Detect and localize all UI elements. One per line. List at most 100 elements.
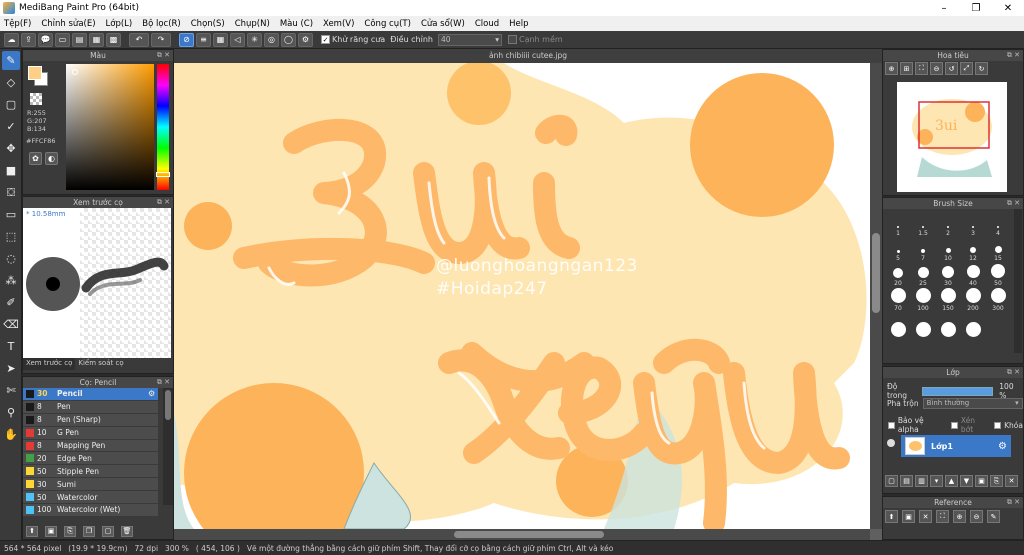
panel-float-icon[interactable]: ⧉ ✕ — [1007, 50, 1020, 61]
brush-folder-icon[interactable]: ▣ — [45, 525, 57, 537]
brush-item[interactable]: 50 Watercolor — [23, 491, 158, 505]
snap-parallel-icon[interactable]: ≡ — [196, 32, 211, 47]
delete-brush-icon[interactable]: 🗑 — [121, 525, 133, 537]
brush-size-option[interactable]: 2 — [936, 213, 960, 237]
snap-off-icon[interactable]: ⊘ — [179, 32, 194, 47]
brush-size-option[interactable]: 25 — [911, 263, 935, 287]
rotate-left-icon[interactable]: ↺ — [945, 62, 958, 75]
panel-float-icon[interactable]: ⧉ ✕ — [1007, 367, 1020, 378]
fit-window-icon[interactable]: ⤢ — [960, 62, 973, 75]
brush-item[interactable]: 30 Sumi — [23, 478, 158, 492]
brush-size-option[interactable] — [911, 313, 935, 337]
snap-circle-icon[interactable]: ◎ — [264, 32, 279, 47]
menu-capture[interactable]: Chụp(N) — [235, 19, 270, 29]
protect-alpha-checkbox[interactable] — [888, 421, 895, 429]
snap-radial-icon[interactable]: ✳ — [247, 32, 262, 47]
artwork-canvas[interactable]: @luonghoangngan123 #Hoidap247 — [174, 63, 870, 529]
antialias-option[interactable]: ✓ Khử răng cưa — [321, 35, 385, 44]
panel-float-icon[interactable]: ⧉ ✕ — [157, 197, 170, 208]
adjust-select[interactable]: 40 — [437, 33, 502, 46]
brush-size-option[interactable]: 1.5 — [911, 213, 935, 237]
opacity-slider[interactable] — [921, 386, 994, 396]
text-tool-icon[interactable]: T — [2, 337, 20, 356]
brush-size-option[interactable] — [886, 313, 910, 337]
operation-tool-icon[interactable]: ➤ — [2, 359, 20, 378]
upload-icon[interactable]: ⇪ — [21, 32, 36, 47]
eyedropper-tool-icon[interactable]: ⚲ — [2, 403, 20, 422]
move-tool-icon[interactable]: ✥ — [2, 139, 20, 158]
menu-view[interactable]: Xem(V) — [323, 19, 354, 29]
brush-size-option[interactable]: 40 — [961, 263, 985, 287]
new-layer-icon[interactable]: ▢ — [885, 475, 898, 487]
minimize-icon[interactable]: – — [928, 0, 960, 16]
shape-tool-icon[interactable]: ▢ — [2, 95, 20, 114]
brush-size-option[interactable]: 200 — [961, 288, 985, 312]
saturation-value-picker[interactable] — [66, 64, 154, 190]
soft-edge-option[interactable]: Cạnh mềm — [507, 35, 563, 44]
speech-bubble-icon[interactable]: 💬 — [38, 32, 53, 47]
lock-checkbox[interactable] — [994, 421, 1002, 429]
scrollbar-thumb[interactable] — [454, 531, 604, 538]
brush-size-option[interactable] — [936, 313, 960, 337]
brush-item[interactable]: 10 G Pen — [23, 426, 158, 440]
scrollbar-thumb[interactable] — [872, 233, 880, 313]
menu-window[interactable]: Cửa sổ(W) — [421, 19, 465, 29]
brush-item[interactable]: 30 Pencil ⚙ — [23, 388, 158, 401]
brush-size-option[interactable]: 12 — [961, 238, 985, 262]
navigator-preview[interactable]: 3ui — [897, 82, 1007, 192]
add-brush-icon[interactable]: ⬆ — [26, 525, 38, 537]
brush-settings-icon[interactable]: ▢ — [102, 525, 114, 537]
select-tool-icon[interactable]: ⬚ — [2, 227, 20, 246]
brush-size-option[interactable]: 300 — [986, 288, 1010, 312]
select-pen-tool-icon[interactable]: ✐ — [2, 293, 20, 312]
magic-wand-tool-icon[interactable]: ⁂ — [2, 271, 20, 290]
reference-zoom-out-icon[interactable]: ⊖ — [970, 510, 983, 523]
brush-size-option[interactable]: 4 — [986, 213, 1010, 237]
soft-edge-checkbox[interactable] — [507, 35, 517, 44]
menu-color[interactable]: Màu (C) — [280, 19, 313, 29]
maximize-icon[interactable]: ❐ — [960, 0, 992, 16]
comment-icon[interactable]: ▭ — [55, 32, 70, 47]
undo-icon[interactable]: ↶ — [129, 32, 149, 47]
new-8bit-layer-icon[interactable]: ▥ — [915, 475, 928, 487]
zoom-out-icon[interactable]: ⊖ — [930, 62, 943, 75]
close-icon[interactable]: ✕ — [992, 0, 1024, 16]
brush-size-option[interactable]: 20 — [886, 263, 910, 287]
brush-duplicate-icon[interactable]: ❐ — [83, 525, 95, 537]
blend-mode-select[interactable]: Bình thường — [922, 398, 1023, 409]
duplicate-layer-icon[interactable]: ⎘ — [990, 475, 1003, 487]
brush-size-option[interactable] — [961, 313, 985, 337]
layer-item[interactable]: Lớp1 ⚙ — [901, 435, 1011, 457]
eraser-tool-icon[interactable]: ◇ — [2, 73, 20, 92]
brush-size-option[interactable]: 50 — [986, 263, 1010, 287]
brush-size-option[interactable]: 100 — [911, 288, 935, 312]
reference-open-icon[interactable]: ▣ — [902, 510, 915, 523]
divide-tool-icon[interactable]: ✄ — [2, 381, 20, 400]
brush-size-option[interactable]: 10 — [936, 238, 960, 262]
menu-help[interactable]: Help — [509, 19, 528, 29]
layer-add-menu-icon[interactable]: ▾ — [930, 475, 943, 487]
scrollbar-thumb[interactable] — [165, 390, 171, 420]
brush-size-option[interactable]: 1 — [886, 213, 910, 237]
zoom-actual-icon[interactable]: ⛶ — [915, 62, 928, 75]
reference-fit-icon[interactable]: ⛶ — [936, 510, 949, 523]
brush-size-option[interactable]: 150 — [936, 288, 960, 312]
layer-folder-icon[interactable]: ▣ — [975, 475, 988, 487]
reference-zoom-in-icon[interactable]: ⊕ — [953, 510, 966, 523]
foreground-color-swatch[interactable] — [28, 66, 42, 80]
lasso-tool-icon[interactable]: ◌ — [2, 249, 20, 268]
clipping-checkbox[interactable] — [950, 421, 958, 429]
page-icon[interactable]: ▤ — [72, 32, 87, 47]
panel-float-icon[interactable]: ⧉ ✕ — [157, 50, 170, 61]
antialias-checkbox[interactable]: ✓ — [321, 35, 330, 44]
rotate-right-icon[interactable]: ↻ — [975, 62, 988, 75]
menu-select[interactable]: Chọn(S) — [191, 19, 225, 29]
gear-icon[interactable]: ⚙ — [998, 441, 1007, 452]
brush-size-scrollbar[interactable] — [1014, 209, 1022, 353]
panel-icon[interactable]: ▦ — [89, 32, 104, 47]
transparent-color-swatch[interactable] — [30, 93, 42, 105]
grid-icon[interactable]: ▩ — [106, 32, 121, 47]
cloud-icon[interactable]: ☁ — [4, 32, 19, 47]
layer-up-icon[interactable]: ▲ — [945, 475, 958, 487]
brush-list-scrollbar[interactable] — [163, 388, 173, 505]
